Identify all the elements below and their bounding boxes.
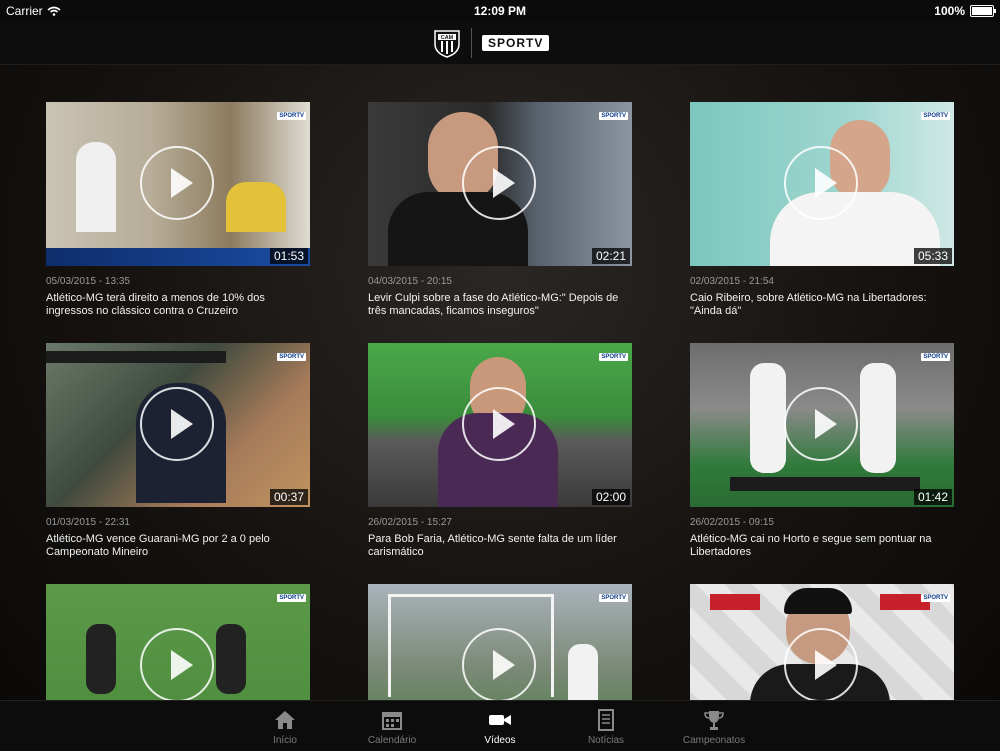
- tab-label: Vídeos: [484, 735, 516, 746]
- sportv-watermark: SPORTV: [921, 594, 950, 602]
- video-title[interactable]: Atlético-MG vence Guarani-MG por 2 a 0 p…: [46, 533, 306, 559]
- play-icon[interactable]: [462, 146, 536, 220]
- clock: 12:09 PM: [473, 4, 527, 18]
- video-thumbnail[interactable]: SPORTV 01:53: [46, 102, 310, 266]
- video-title[interactable]: Atlético-MG cai no Horto e segue sem pon…: [690, 533, 950, 559]
- video-thumbnail[interactable]: SPORTV 02:21: [368, 102, 632, 266]
- video-duration: 01:42: [913, 489, 952, 505]
- battery-icon: [970, 5, 996, 17]
- trophy-icon: [704, 711, 724, 730]
- video-card[interactable]: SPORTV 01:42 26/02/2015 - 09:15 Atlético…: [690, 343, 954, 559]
- video-card[interactable]: SPORTV 05:33 02/03/2015 - 21:54 Caio Rib…: [690, 102, 954, 318]
- video-thumbnail[interactable]: SPORTV: [690, 584, 954, 700]
- video-camera-icon: [489, 715, 511, 725]
- tab-label: Início: [273, 735, 297, 746]
- play-icon[interactable]: [140, 146, 214, 220]
- sportv-watermark: SPORTV: [921, 353, 950, 361]
- sportv-watermark: SPORTV: [277, 594, 306, 602]
- video-thumbnail[interactable]: SPORTV 00:37: [46, 343, 310, 507]
- play-icon[interactable]: [784, 387, 858, 461]
- video-thumbnail[interactable]: SPORTV: [368, 584, 632, 700]
- crest-text: CAM: [441, 35, 454, 41]
- play-icon[interactable]: [784, 628, 858, 700]
- sportv-watermark: SPORTV: [599, 112, 628, 120]
- home-icon: [275, 711, 295, 729]
- video-thumbnail[interactable]: SPORTV 01:42: [690, 343, 954, 507]
- app-header: CAM SPORTV: [0, 22, 1000, 65]
- play-icon[interactable]: [784, 146, 858, 220]
- video-title[interactable]: Para Bob Faria, Atlético-MG sente falta …: [368, 533, 628, 559]
- club-crest-icon: CAM: [434, 30, 460, 58]
- video-title[interactable]: Atlético-MG terá direito a menos de 10% …: [46, 292, 306, 318]
- tab-calendario[interactable]: Calendário: [347, 709, 437, 746]
- video-duration: 01:53: [269, 248, 308, 264]
- video-title[interactable]: Caio Ribeiro, sobre Atlético-MG na Liber…: [690, 292, 950, 318]
- tab-videos[interactable]: Vídeos: [455, 709, 545, 746]
- video-card[interactable]: SPORTV 02:21 04/03/2015 - 20:15 Levir Cu…: [368, 102, 632, 318]
- video-card[interactable]: SPORTV 00:37 01/03/2015 - 22:31 Atlético…: [46, 343, 310, 559]
- video-card[interactable]: SPORTV 02:00 26/02/2015 - 15:27 Para Bob…: [368, 343, 632, 559]
- sportv-watermark: SPORTV: [277, 112, 306, 120]
- tab-bar: Início Calendário Vídeos Notícias Campeo…: [0, 700, 1000, 751]
- header-logos: CAM SPORTV: [433, 26, 550, 60]
- news-icon: [598, 709, 614, 731]
- header-divider: [471, 28, 472, 58]
- status-right: 100%: [934, 4, 996, 18]
- play-icon[interactable]: [140, 387, 214, 461]
- sportv-watermark: SPORTV: [277, 353, 306, 361]
- play-icon[interactable]: [140, 628, 214, 700]
- sportv-watermark: SPORTV: [599, 594, 628, 602]
- video-thumbnail[interactable]: SPORTV 05:33: [690, 102, 954, 266]
- video-date: 02/03/2015 - 21:54: [690, 276, 774, 287]
- calendar-icon: [382, 712, 402, 730]
- video-card[interactable]: SPORTV 01:53 05/03/2015 - 13:35 Atlético…: [46, 102, 310, 318]
- tab-label: Calendário: [367, 735, 417, 746]
- video-date: 26/02/2015 - 15:27: [368, 517, 452, 528]
- sportv-logo: SPORTV: [482, 35, 550, 51]
- battery-percent: 100%: [934, 4, 965, 18]
- sportv-watermark: SPORTV: [599, 353, 628, 361]
- video-date: 01/03/2015 - 22:31: [46, 517, 130, 528]
- play-icon[interactable]: [462, 628, 536, 700]
- video-card[interactable]: SPORTV: [690, 584, 954, 700]
- video-thumbnail[interactable]: SPORTV: [46, 584, 310, 700]
- video-title[interactable]: Levir Culpi sobre a fase do Atlético-MG:…: [368, 292, 628, 318]
- video-card[interactable]: SPORTV: [368, 584, 632, 700]
- tab-label: Notícias: [587, 735, 625, 746]
- play-icon[interactable]: [462, 387, 536, 461]
- video-date: 04/03/2015 - 20:15: [368, 276, 452, 287]
- status-bar: Carrier 12:09 PM 100%: [0, 0, 1000, 22]
- video-date: 05/03/2015 - 13:35: [46, 276, 130, 287]
- video-duration: 02:00: [591, 489, 630, 505]
- video-thumbnail[interactable]: SPORTV 02:00: [368, 343, 632, 507]
- video-duration: 02:21: [591, 248, 630, 264]
- tab-inicio[interactable]: Início: [240, 709, 330, 746]
- video-duration: 05:33: [913, 248, 952, 264]
- video-duration: 00:37: [269, 489, 308, 505]
- video-date: 26/02/2015 - 09:15: [690, 517, 774, 528]
- tab-campeonatos[interactable]: Campeonatos: [669, 709, 759, 746]
- tab-noticias[interactable]: Notícias: [561, 709, 651, 746]
- sportv-watermark: SPORTV: [921, 112, 950, 120]
- tab-label: Campeonatos: [682, 735, 746, 746]
- video-grid: SPORTV 01:53 05/03/2015 - 13:35 Atlético…: [0, 64, 1000, 700]
- video-card[interactable]: SPORTV: [46, 584, 310, 700]
